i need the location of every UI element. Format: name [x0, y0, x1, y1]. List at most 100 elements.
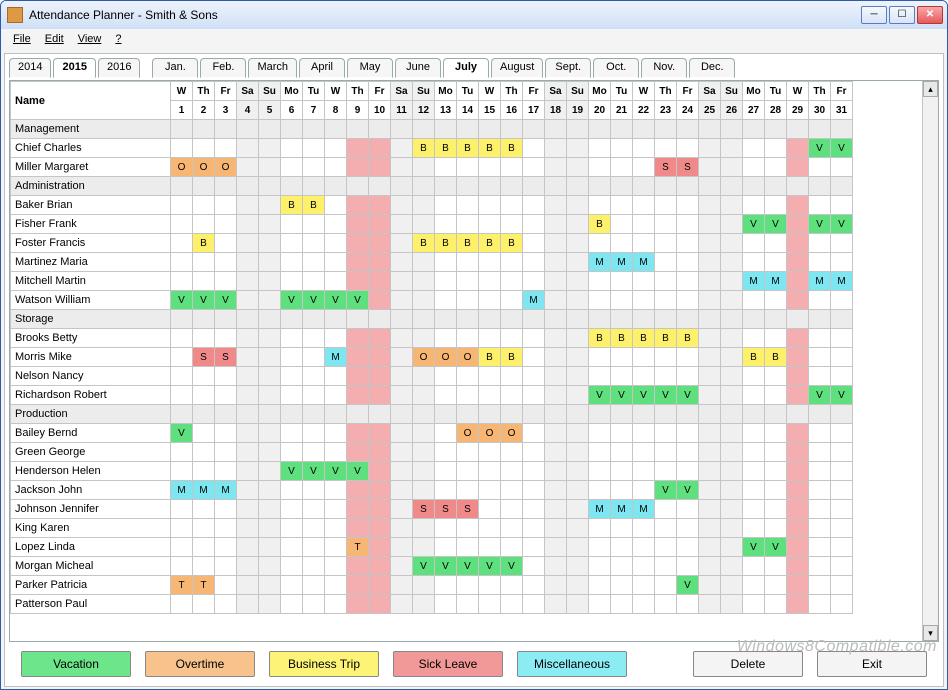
day-cell[interactable]: V	[809, 386, 831, 405]
day-cell[interactable]	[237, 405, 259, 424]
name-cell[interactable]: Johnson Jennifer	[11, 500, 171, 519]
day-cell[interactable]	[809, 329, 831, 348]
day-cell[interactable]	[193, 215, 215, 234]
day-cell[interactable]	[325, 500, 347, 519]
day-cell[interactable]	[765, 291, 787, 310]
day-cell[interactable]	[831, 462, 853, 481]
day-cell[interactable]	[435, 310, 457, 329]
day-cell[interactable]	[391, 500, 413, 519]
day-cell[interactable]	[193, 139, 215, 158]
day-cell[interactable]	[259, 158, 281, 177]
day-cell[interactable]	[765, 576, 787, 595]
day-cell[interactable]	[655, 500, 677, 519]
day-cell[interactable]	[743, 291, 765, 310]
day-cell[interactable]	[787, 310, 809, 329]
day-cell[interactable]	[325, 234, 347, 253]
day-cell[interactable]	[831, 329, 853, 348]
day-cell[interactable]	[347, 120, 369, 139]
name-cell[interactable]: Foster Francis	[11, 234, 171, 253]
day-cell[interactable]	[743, 253, 765, 272]
day-cell[interactable]	[479, 253, 501, 272]
day-cell[interactable]	[369, 367, 391, 386]
day-cell[interactable]	[325, 424, 347, 443]
day-cell[interactable]	[523, 272, 545, 291]
day-cell[interactable]	[237, 120, 259, 139]
day-cell[interactable]: V	[435, 557, 457, 576]
day-cell[interactable]	[281, 329, 303, 348]
day-cell[interactable]	[479, 272, 501, 291]
day-cell[interactable]	[413, 272, 435, 291]
day-cell[interactable]	[237, 386, 259, 405]
day-cell[interactable]	[787, 500, 809, 519]
day-cell[interactable]	[787, 386, 809, 405]
day-cell[interactable]	[413, 576, 435, 595]
day-cell[interactable]	[721, 443, 743, 462]
day-cell[interactable]	[589, 196, 611, 215]
day-cell[interactable]	[303, 443, 325, 462]
day-cell[interactable]	[611, 481, 633, 500]
day-cell[interactable]	[567, 481, 589, 500]
day-cell[interactable]	[677, 310, 699, 329]
day-cell[interactable]	[501, 538, 523, 557]
day-cell[interactable]	[347, 234, 369, 253]
day-cell[interactable]	[391, 443, 413, 462]
day-cell[interactable]	[281, 386, 303, 405]
day-cell[interactable]	[787, 177, 809, 196]
day-cell[interactable]	[171, 538, 193, 557]
day-cell[interactable]	[347, 196, 369, 215]
day-cell[interactable]	[765, 557, 787, 576]
day-cell[interactable]	[237, 310, 259, 329]
day-cell[interactable]	[699, 443, 721, 462]
day-cell[interactable]	[611, 405, 633, 424]
day-cell[interactable]: V	[215, 291, 237, 310]
day-cell[interactable]	[633, 462, 655, 481]
business-trip-button[interactable]: Business Trip	[269, 651, 379, 677]
day-cell[interactable]	[567, 538, 589, 557]
day-cell[interactable]	[259, 234, 281, 253]
day-cell[interactable]	[831, 557, 853, 576]
day-cell[interactable]: V	[347, 462, 369, 481]
day-cell[interactable]	[809, 158, 831, 177]
name-cell[interactable]: Mitchell Martin	[11, 272, 171, 291]
day-cell[interactable]	[721, 405, 743, 424]
day-cell[interactable]: V	[633, 386, 655, 405]
day-cell[interactable]	[567, 348, 589, 367]
day-cell[interactable]	[743, 139, 765, 158]
day-cell[interactable]	[413, 329, 435, 348]
day-cell[interactable]	[831, 481, 853, 500]
day-cell[interactable]	[457, 443, 479, 462]
day-cell[interactable]	[589, 462, 611, 481]
day-cell[interactable]	[193, 462, 215, 481]
day-cell[interactable]	[523, 234, 545, 253]
day-cell[interactable]	[567, 120, 589, 139]
day-cell[interactable]	[633, 538, 655, 557]
day-cell[interactable]	[435, 595, 457, 614]
day-cell[interactable]	[787, 253, 809, 272]
day-cell[interactable]	[655, 234, 677, 253]
day-cell[interactable]	[831, 576, 853, 595]
day-cell[interactable]	[325, 557, 347, 576]
day-cell[interactable]	[325, 120, 347, 139]
month-tab[interactable]: March	[248, 58, 297, 78]
name-cell[interactable]: Jackson John	[11, 481, 171, 500]
month-tab[interactable]: August	[491, 58, 543, 78]
day-cell[interactable]	[259, 519, 281, 538]
day-cell[interactable]	[413, 538, 435, 557]
day-cell[interactable]: O	[435, 348, 457, 367]
day-cell[interactable]	[589, 557, 611, 576]
day-cell[interactable]: V	[325, 462, 347, 481]
day-cell[interactable]: B	[655, 329, 677, 348]
maximize-button[interactable]: ☐	[889, 6, 915, 24]
day-cell[interactable]	[809, 310, 831, 329]
day-cell[interactable]	[721, 177, 743, 196]
day-cell[interactable]	[237, 500, 259, 519]
day-cell[interactable]	[193, 519, 215, 538]
day-cell[interactable]	[501, 519, 523, 538]
month-tab[interactable]: Feb.	[200, 58, 246, 78]
day-cell[interactable]	[303, 595, 325, 614]
day-cell[interactable]	[765, 481, 787, 500]
day-cell[interactable]	[633, 367, 655, 386]
day-cell[interactable]	[281, 158, 303, 177]
day-cell[interactable]	[809, 576, 831, 595]
day-cell[interactable]	[523, 424, 545, 443]
